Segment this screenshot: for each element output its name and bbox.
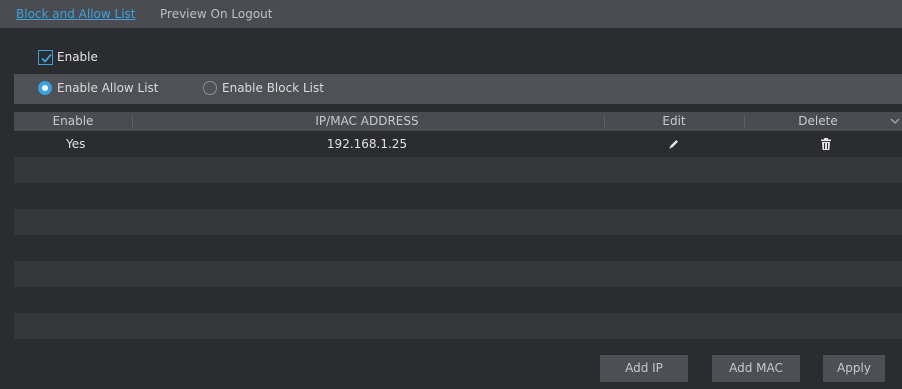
table-row-empty — [14, 261, 902, 287]
table-row-empty — [14, 209, 902, 235]
checkmark-icon — [41, 53, 52, 63]
allow-list-label: Enable Allow List — [57, 81, 159, 95]
table-row-empty — [14, 313, 902, 339]
block-list-radio[interactable] — [203, 81, 217, 95]
enable-allow-list-option[interactable]: Enable Allow List — [38, 81, 159, 95]
column-header-enable: Enable — [52, 114, 94, 128]
trash-icon[interactable] — [819, 137, 833, 151]
row-enable-value: Yes — [66, 137, 86, 151]
tab-preview-on-logout[interactable]: Preview On Logout — [160, 6, 272, 22]
column-header-edit: Edit — [662, 114, 686, 128]
network-access-panel: Block and Allow List Preview On Logout E… — [0, 0, 902, 389]
enable-checkbox-row[interactable]: Enable — [38, 48, 98, 66]
add-ip-button[interactable]: Add IP — [600, 355, 688, 382]
allow-list-radio[interactable] — [38, 81, 52, 95]
pencil-icon[interactable] — [667, 137, 681, 151]
column-header-delete: Delete — [798, 114, 838, 128]
column-header-address: IP/MAC ADDRESS — [315, 114, 419, 128]
column-divider — [604, 115, 605, 128]
tab-bar: Block and Allow List Preview On Logout — [0, 0, 902, 28]
apply-button[interactable]: Apply — [823, 355, 885, 382]
enable-checkbox[interactable] — [38, 49, 53, 65]
enable-block-list-option[interactable]: Enable Block List — [203, 81, 324, 95]
table-row-empty — [14, 287, 902, 313]
list-mode-bar: Enable Allow List Enable Block List — [14, 74, 902, 104]
block-list-label: Enable Block List — [222, 81, 324, 95]
chevron-down-icon[interactable] — [890, 116, 900, 126]
table-row[interactable]: Yes 192.168.1.25 — [14, 131, 902, 157]
add-mac-button[interactable]: Add MAC — [712, 355, 800, 382]
column-divider — [744, 115, 745, 128]
tab-block-and-allow-list[interactable]: Block and Allow List — [16, 6, 135, 22]
table-row-empty — [14, 157, 902, 183]
address-table: Enable IP/MAC ADDRESS Edit Delete Yes 19… — [14, 112, 902, 340]
column-divider — [132, 115, 133, 128]
table-row-empty — [14, 183, 902, 209]
table-row-empty — [14, 235, 902, 261]
enable-label: Enable — [57, 50, 98, 64]
table-header: Enable IP/MAC ADDRESS Edit Delete — [14, 112, 902, 131]
row-address-value: 192.168.1.25 — [326, 137, 408, 151]
